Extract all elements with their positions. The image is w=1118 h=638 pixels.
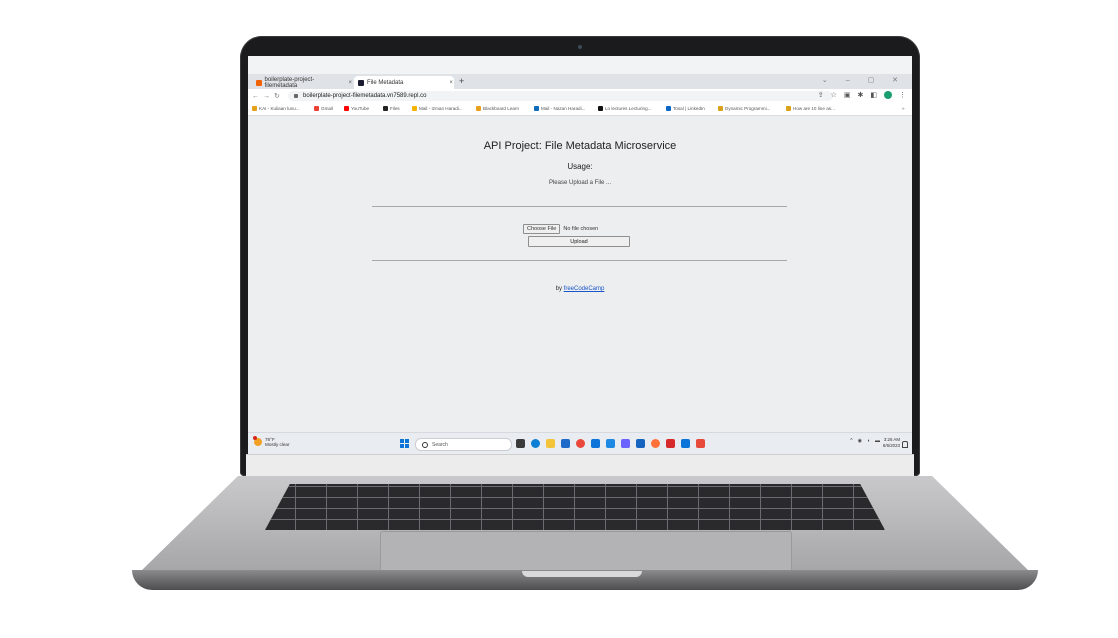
tab-label: boilerplate-project-filemetadata (264, 76, 315, 89)
app-icon[interactable] (621, 439, 630, 448)
bookmark-item[interactable]: Lo lectures Lecturing... (598, 106, 651, 111)
bookmark-item[interactable]: YouTube (344, 106, 369, 111)
weather-icon (253, 436, 262, 446)
network-icon[interactable]: ◉ (858, 438, 862, 444)
toolbar-actions: ⇪ ☆ ▣ ✱ ◧ ⋮ (818, 91, 906, 99)
menu-icon[interactable]: ⋮ (899, 91, 906, 99)
clock-date: 8/6/2023 (882, 443, 900, 448)
bookmark-item[interactable]: Tosal | LinkedIn (666, 106, 705, 111)
extension-icon[interactable]: ▣ (844, 91, 851, 99)
bookmarks-overflow[interactable]: » (902, 106, 905, 111)
bookmark-item[interactable]: Files (383, 106, 400, 111)
close-icon[interactable]: × (449, 80, 453, 86)
page-title: API Project: File Metadata Microservice (483, 140, 677, 152)
taskbar-apps (516, 439, 705, 448)
address-url: boilerplate-project-filemetadata.vn7589.… (303, 93, 427, 99)
search-icon (422, 441, 428, 448)
firefox-icon[interactable] (651, 439, 660, 448)
bookmark-icon (252, 106, 257, 111)
share-icon[interactable]: ⇪ (818, 91, 824, 99)
browser-toolbar: ←→↻ boilerplate-project-filemetadata.vn7… (248, 89, 912, 103)
window-controls[interactable]: ⌄ – ▢ ✕ (822, 76, 906, 84)
bookmark-item[interactable]: Mail - Izman Haradi... (412, 106, 463, 111)
weather-widget[interactable]: 78°F Mostly clear (253, 436, 290, 447)
bookmark-item[interactable]: Blackboard Learn (476, 106, 519, 111)
blackboard-icon (476, 106, 481, 111)
search-placeholder: Search (432, 441, 448, 448)
star-icon[interactable]: ☆ (831, 91, 837, 99)
youtube-icon (344, 106, 349, 111)
freecodecamp-link[interactable]: freeCodeCamp (564, 286, 605, 292)
battery-icon[interactable]: ▬ (875, 438, 880, 444)
sidepanel-icon[interactable]: ◧ (870, 91, 877, 99)
camera-icon (578, 45, 582, 49)
bookmark-item[interactable]: Gmail (314, 106, 333, 111)
new-tab-button[interactable]: + (459, 76, 464, 86)
address-bar[interactable]: boilerplate-project-filemetadata.vn7589.… (288, 91, 833, 101)
browser-tab-bar: boilerplate-project-filemetadata × File … (248, 74, 912, 89)
footer-prefix: by (555, 286, 562, 292)
laptop-trackpad (380, 531, 792, 573)
chevron-up-icon[interactable]: ^ (850, 438, 852, 444)
lectures-icon (598, 106, 603, 111)
tab-boilerplate[interactable]: boilerplate-project-filemetadata × (252, 76, 352, 89)
divider (372, 206, 787, 207)
mail-icon (412, 106, 417, 111)
usage-text: Please Upload a File ... (548, 180, 612, 186)
notification-bell-icon[interactable] (902, 441, 908, 448)
files-icon (383, 106, 388, 111)
chrome-icon[interactable] (576, 439, 585, 448)
nav-buttons[interactable]: ←→↻ (252, 92, 284, 100)
system-tray: ^ ◉ ◖ ▬ (850, 438, 880, 444)
taskbar-search[interactable]: Search (415, 438, 512, 451)
laptop-notch (522, 571, 642, 577)
footer: by freeCodeCamp (248, 286, 912, 292)
choose-file-button[interactable]: Choose File (523, 224, 561, 234)
replit-icon (256, 79, 262, 86)
file-input: Choose File No file chosen (523, 224, 598, 234)
snipping-tool-icon[interactable] (696, 439, 705, 448)
bookmark-icon (718, 106, 723, 111)
windows-start-icon[interactable] (400, 439, 409, 448)
gmail-icon (314, 106, 319, 111)
laptop-screen: boilerplate-project-filemetadata × File … (248, 56, 912, 454)
screen-bezel-bottom (246, 454, 914, 479)
bookmark-item[interactable]: How are 10 line as... (786, 106, 835, 111)
bookmark-item[interactable]: Dynamic Programmi... (718, 106, 770, 111)
puzzle-icon[interactable]: ✱ (858, 91, 864, 99)
usage-heading: Usage: (567, 162, 593, 171)
page-content: API Project: File Metadata Microservice … (248, 116, 912, 438)
volume-icon[interactable]: ◖ (867, 438, 870, 444)
bookmarks-bar: KAI - Kuliaan lunu... Gmail YouTube File… (248, 103, 912, 116)
profile-avatar[interactable] (884, 91, 892, 99)
bookmark-item[interactable]: Mail - Nazan Haradi... (534, 106, 585, 111)
bookmark-item[interactable]: KAI - Kuliaan lunu... (252, 106, 300, 111)
mail-icon (534, 106, 539, 111)
clock-time: 3:26 AM (883, 437, 900, 442)
divider (372, 260, 787, 261)
close-icon[interactable]: × (348, 80, 352, 86)
clock[interactable]: 3:26 AM 8/6/2023 (883, 437, 900, 449)
linkedin-icon (666, 106, 671, 111)
weather-desc: Mostly clear (265, 442, 290, 447)
mail-app-icon[interactable] (591, 439, 600, 448)
upload-button[interactable]: Upload (528, 236, 630, 247)
tab-label: File Metadata (367, 79, 404, 86)
word-icon[interactable] (636, 439, 645, 448)
tab-file-metadata[interactable]: File Metadata × (354, 76, 454, 89)
bookmark-icon (786, 106, 791, 111)
teams-icon[interactable] (606, 439, 615, 448)
laptop-keyboard (265, 484, 885, 530)
store-icon[interactable] (561, 439, 570, 448)
freecodecamp-icon (358, 79, 364, 86)
windows-taskbar: 78°F Mostly clear Search ^ ◉ ◖ ▬ 3:26 AM… (248, 432, 912, 454)
file-explorer-icon[interactable] (546, 439, 555, 448)
lock-icon (294, 94, 298, 98)
vscode-icon[interactable] (681, 439, 690, 448)
acrobat-icon[interactable] (666, 439, 675, 448)
task-view-icon[interactable] (516, 439, 525, 448)
edge-icon[interactable] (531, 439, 540, 448)
no-file-label: No file chosen (563, 226, 599, 232)
